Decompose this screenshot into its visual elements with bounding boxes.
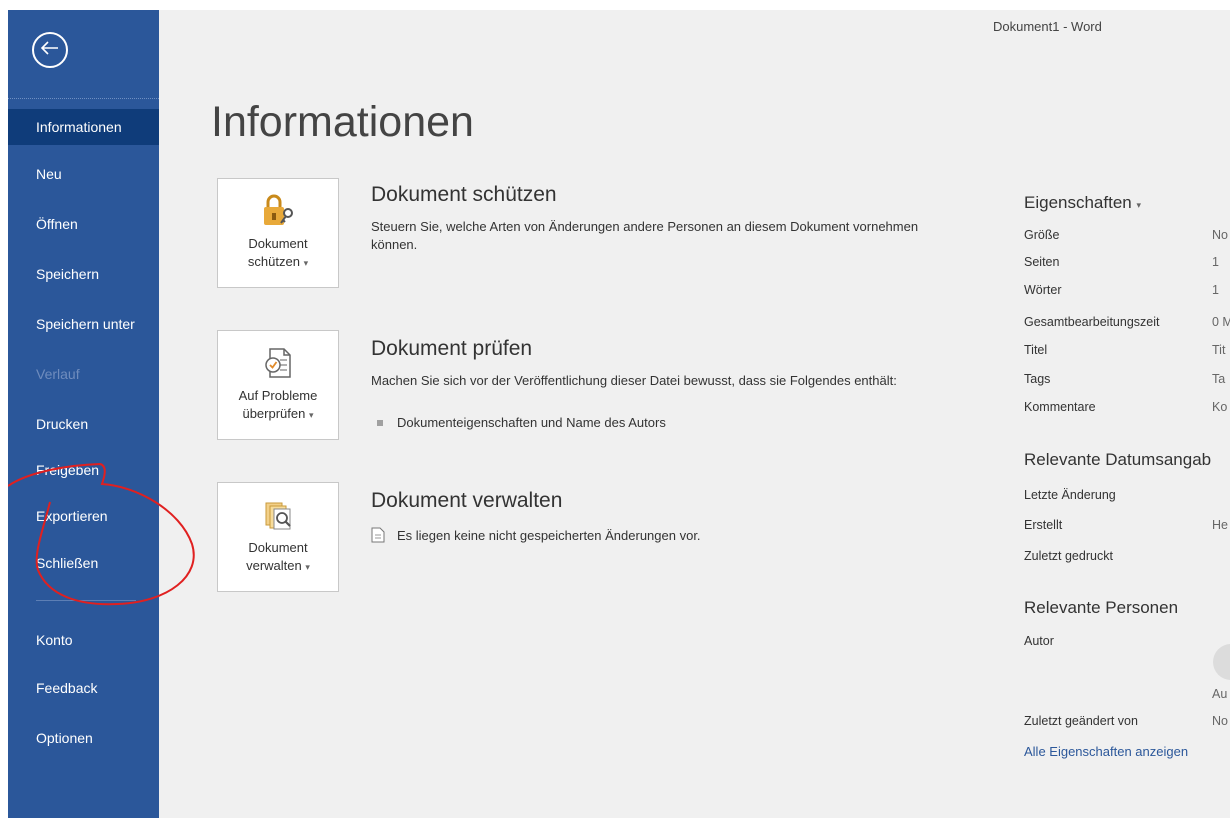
section-heading-manage: Dokument verwalten xyxy=(371,489,563,512)
backstage-sidebar: Informationen Neu Öffnen Speichern Speic… xyxy=(8,10,159,818)
author-name[interactable]: Au xyxy=(1212,687,1227,701)
sidebar-item-konto[interactable]: Konto xyxy=(8,622,159,658)
prop-value-size: No xyxy=(1212,228,1228,242)
sidebar-item-feedback[interactable]: Feedback xyxy=(8,670,159,706)
sidebar-item-verlauf: Verlauf xyxy=(36,366,80,382)
sidebar-item-informationen[interactable]: Informationen xyxy=(8,109,159,145)
avatar xyxy=(1213,644,1230,680)
prop-label-last-printed: Zuletzt gedruckt xyxy=(1024,549,1113,563)
prop-label-last-modified-by: Zuletzt geändert von xyxy=(1024,714,1138,728)
section-heading-protect: Dokument schützen xyxy=(371,183,557,206)
section-heading-inspect: Dokument prüfen xyxy=(371,337,533,360)
sidebar-item-exportieren[interactable]: Exportieren xyxy=(8,498,159,534)
chevron-down-icon: ▾ xyxy=(1136,200,1142,210)
section-description-protect: Steuern Sie, welche Arten von Änderungen… xyxy=(371,219,919,252)
sidebar-divider-bottom xyxy=(36,600,136,601)
list-item: Dokumenteigenschaften und Name des Autor… xyxy=(371,415,666,430)
document-manage-icon xyxy=(260,497,296,533)
lock-key-icon xyxy=(258,193,298,229)
prop-label-comments: Kommentare xyxy=(1024,400,1096,414)
prop-label-created: Erstellt xyxy=(1024,518,1063,532)
all-properties-link[interactable]: Alle Eigenschaften anzeigen xyxy=(1024,744,1188,759)
sidebar-item-drucken[interactable]: Drucken xyxy=(8,406,159,442)
sidebar-item-speichern-unter[interactable]: Speichern unter xyxy=(8,306,159,342)
prop-value-editing-time: 0 M xyxy=(1212,315,1230,329)
prop-label-last-modified: Letzte Änderung xyxy=(1024,488,1116,502)
properties-heading[interactable]: Eigenschaften ▾ xyxy=(1024,193,1141,213)
people-heading: Relevante Personen xyxy=(1024,598,1179,617)
prop-value-tags[interactable]: Ta xyxy=(1212,372,1225,386)
prop-label-author: Autor xyxy=(1024,634,1054,648)
dates-heading: Relevante Datumsangab xyxy=(1024,450,1212,469)
bullet-icon xyxy=(377,419,383,426)
chevron-down-icon: ▾ xyxy=(303,258,309,268)
chevron-down-icon: ▾ xyxy=(308,410,314,420)
word-backstage: Informationen Neu Öffnen Speichern Speic… xyxy=(8,10,1230,818)
prop-label-words: Wörter xyxy=(1024,283,1062,297)
sidebar-divider xyxy=(8,98,159,99)
document-small-icon xyxy=(371,527,385,543)
sidebar-item-speichern[interactable]: Speichern xyxy=(8,256,159,292)
sidebar-item-neu[interactable]: Neu xyxy=(8,156,159,192)
prop-label-pages: Seiten xyxy=(1024,255,1060,269)
manage-document-button[interactable]: Dokument verwalten ▾ xyxy=(217,482,339,592)
check-for-issues-button[interactable]: Auf Probleme überprüfen ▾ xyxy=(217,330,339,440)
manage-info: Es liegen keine nicht gespeicherten Ände… xyxy=(371,527,701,543)
prop-value-comments[interactable]: Ko xyxy=(1212,400,1227,414)
window-title: Dokument1 - Word xyxy=(993,19,1102,34)
back-button[interactable] xyxy=(32,32,68,68)
prop-label-editing-time: Gesamtbearbeitungszeit xyxy=(1024,315,1160,329)
main-panel: Dokument1 - Word Informationen Dokument … xyxy=(159,10,1230,818)
section-description-inspect: Machen Sie sich vor der Veröffentlichung… xyxy=(371,373,897,388)
prop-value-last-modified-by: No xyxy=(1212,714,1228,728)
document-inspect-icon xyxy=(260,345,296,381)
prop-label-title: Titel xyxy=(1024,343,1048,357)
chevron-down-icon: ▾ xyxy=(305,562,310,572)
sidebar-item-schliessen[interactable]: Schließen xyxy=(8,545,159,581)
prop-value-words: 1 xyxy=(1212,283,1219,297)
prop-value-title[interactable]: Tit xyxy=(1212,343,1225,357)
prop-label-size: Größe xyxy=(1024,228,1060,242)
prop-label-tags: Tags xyxy=(1024,372,1051,386)
protect-document-button[interactable]: Dokument schützen ▾ xyxy=(217,178,339,288)
sidebar-item-oeffnen[interactable]: Öffnen xyxy=(8,206,159,242)
arrow-left-icon xyxy=(40,40,60,61)
prop-value-pages: 1 xyxy=(1212,255,1219,269)
sidebar-item-optionen[interactable]: Optionen xyxy=(8,720,159,756)
sidebar-item-freigeben[interactable]: Freigeben xyxy=(8,452,159,488)
page-title: Informationen xyxy=(211,98,474,146)
prop-value-created: He xyxy=(1212,518,1228,532)
